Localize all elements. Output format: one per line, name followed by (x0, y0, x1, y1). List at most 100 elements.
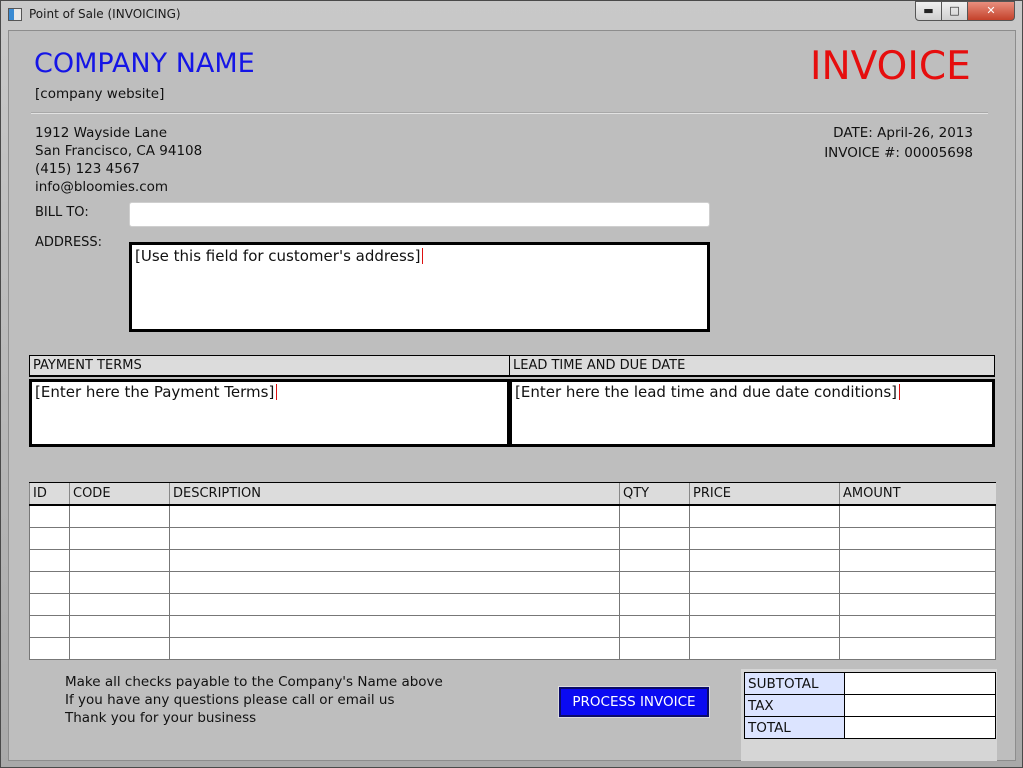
cell-amount[interactable] (839, 571, 996, 594)
line-items-table: ID CODE DESCRIPTION QTY PRICE AMOUNT (29, 482, 996, 660)
footer-note: If you have any questions please call or… (65, 692, 395, 708)
table-row (29, 637, 996, 660)
address-label: ADDRESS: (35, 235, 103, 250)
maximize-button[interactable]: □ (941, 1, 968, 21)
company-street: 1912 Wayside Lane (35, 125, 168, 141)
subtotal-row: SUBTOTAL (744, 672, 996, 695)
pos-invoicing-window: Point of Sale (INVOICING) ▬ □ ✕ COMPANY … (0, 0, 1023, 768)
cell-id[interactable] (29, 571, 70, 594)
cell-amount[interactable] (839, 527, 996, 550)
column-header-description: DESCRIPTION (169, 482, 620, 506)
cell-code[interactable] (69, 571, 170, 594)
cell-id[interactable] (29, 527, 70, 550)
footer-note: Thank you for your business (65, 710, 257, 726)
cell-price[interactable] (689, 527, 840, 550)
close-button[interactable]: ✕ (967, 1, 1015, 21)
totals-table: SUBTOTAL TAX TOTAL (744, 672, 996, 739)
bill-to-input[interactable] (129, 202, 710, 227)
cell-amount[interactable] (839, 637, 996, 660)
column-header-code: CODE (69, 482, 170, 506)
text-caret (899, 384, 900, 400)
cell-qty[interactable] (619, 549, 690, 572)
tax-row: TAX (744, 694, 996, 717)
cell-amount[interactable] (839, 593, 996, 616)
subtotal-value[interactable] (844, 672, 996, 695)
total-label: TOTAL (744, 716, 845, 739)
invoice-title: INVOICE (810, 44, 971, 89)
cell-id[interactable] (29, 593, 70, 616)
table-row (29, 527, 996, 550)
cell-description[interactable] (169, 615, 620, 638)
footer-note: Make all checks payable to the Company's… (65, 674, 443, 690)
cell-id[interactable] (29, 637, 70, 660)
date-label: DATE: (833, 125, 873, 141)
cell-description[interactable] (169, 593, 620, 616)
cell-code[interactable] (69, 527, 170, 550)
cell-price[interactable] (689, 637, 840, 660)
customer-address-text: [Use this field for customer's address] (135, 247, 421, 265)
cell-code[interactable] (69, 593, 170, 616)
cell-description[interactable] (169, 504, 620, 528)
invoice-number: INVOICE #: 00005698 (815, 145, 973, 161)
cell-code[interactable] (69, 615, 170, 638)
cell-id[interactable] (29, 549, 70, 572)
company-email: info@bloomies.com (35, 179, 169, 195)
process-invoice-button[interactable]: PROCESS INVOICE (558, 686, 710, 718)
cell-price[interactable] (689, 504, 840, 528)
customer-address-textarea[interactable]: [Use this field for customer's address] (129, 242, 710, 332)
cell-code[interactable] (69, 504, 170, 528)
cell-amount[interactable] (839, 549, 996, 572)
cell-price[interactable] (689, 549, 840, 572)
payment-terms-textarea[interactable]: [Enter here the Payment Terms] (29, 379, 510, 447)
cell-qty[interactable] (619, 593, 690, 616)
cell-code[interactable] (69, 637, 170, 660)
column-header-id: ID (29, 482, 70, 506)
minimize-button[interactable]: ▬ (915, 1, 942, 21)
table-row (29, 504, 996, 528)
payment-terms-header: PAYMENT TERMS (29, 355, 510, 377)
cell-code[interactable] (69, 549, 170, 572)
total-value[interactable] (844, 716, 996, 739)
cell-id[interactable] (29, 504, 70, 528)
date-value: April-26, 2013 (877, 125, 973, 141)
text-caret (422, 248, 424, 264)
table-row (29, 615, 996, 638)
lead-time-textarea[interactable]: [Enter here the lead time and due date c… (509, 379, 995, 447)
invoice-number-value: 00005698 (904, 145, 973, 161)
cell-qty[interactable] (619, 504, 690, 528)
tax-label: TAX (744, 694, 845, 717)
cell-qty[interactable] (619, 637, 690, 660)
cell-description[interactable] (169, 527, 620, 550)
app-icon (8, 8, 22, 21)
cell-description[interactable] (169, 637, 620, 660)
table-row (29, 549, 996, 572)
payment-terms-text: [Enter here the Payment Terms] (35, 383, 275, 401)
title-bar[interactable]: Point of Sale (INVOICING) ▬ □ ✕ (1, 1, 1022, 29)
cell-amount[interactable] (839, 615, 996, 638)
cell-amount[interactable] (839, 504, 996, 528)
invoice-form: COMPANY NAME INVOICE [company website] 1… (8, 30, 1016, 761)
header-divider (31, 112, 988, 114)
invoice-date: DATE: April-26, 2013 (815, 125, 973, 141)
cell-price[interactable] (689, 593, 840, 616)
cell-description[interactable] (169, 571, 620, 594)
cell-qty[interactable] (619, 527, 690, 550)
column-header-price: PRICE (689, 482, 840, 506)
column-header-amount: AMOUNT (839, 482, 996, 506)
text-caret (276, 384, 278, 400)
company-website: [company website] (35, 86, 165, 102)
column-header-qty: QTY (619, 482, 690, 506)
cell-price[interactable] (689, 615, 840, 638)
tax-value[interactable] (844, 694, 996, 717)
table-row (29, 571, 996, 594)
cell-description[interactable] (169, 549, 620, 572)
invoice-number-label: INVOICE #: (824, 145, 900, 161)
cell-id[interactable] (29, 615, 70, 638)
company-city: San Francisco, CA 94108 (35, 143, 203, 159)
lead-time-header: LEAD TIME AND DUE DATE (509, 355, 995, 377)
cell-qty[interactable] (619, 571, 690, 594)
cell-qty[interactable] (619, 615, 690, 638)
company-name: COMPANY NAME (34, 48, 255, 79)
cell-price[interactable] (689, 571, 840, 594)
window-title: Point of Sale (INVOICING) (29, 7, 181, 21)
